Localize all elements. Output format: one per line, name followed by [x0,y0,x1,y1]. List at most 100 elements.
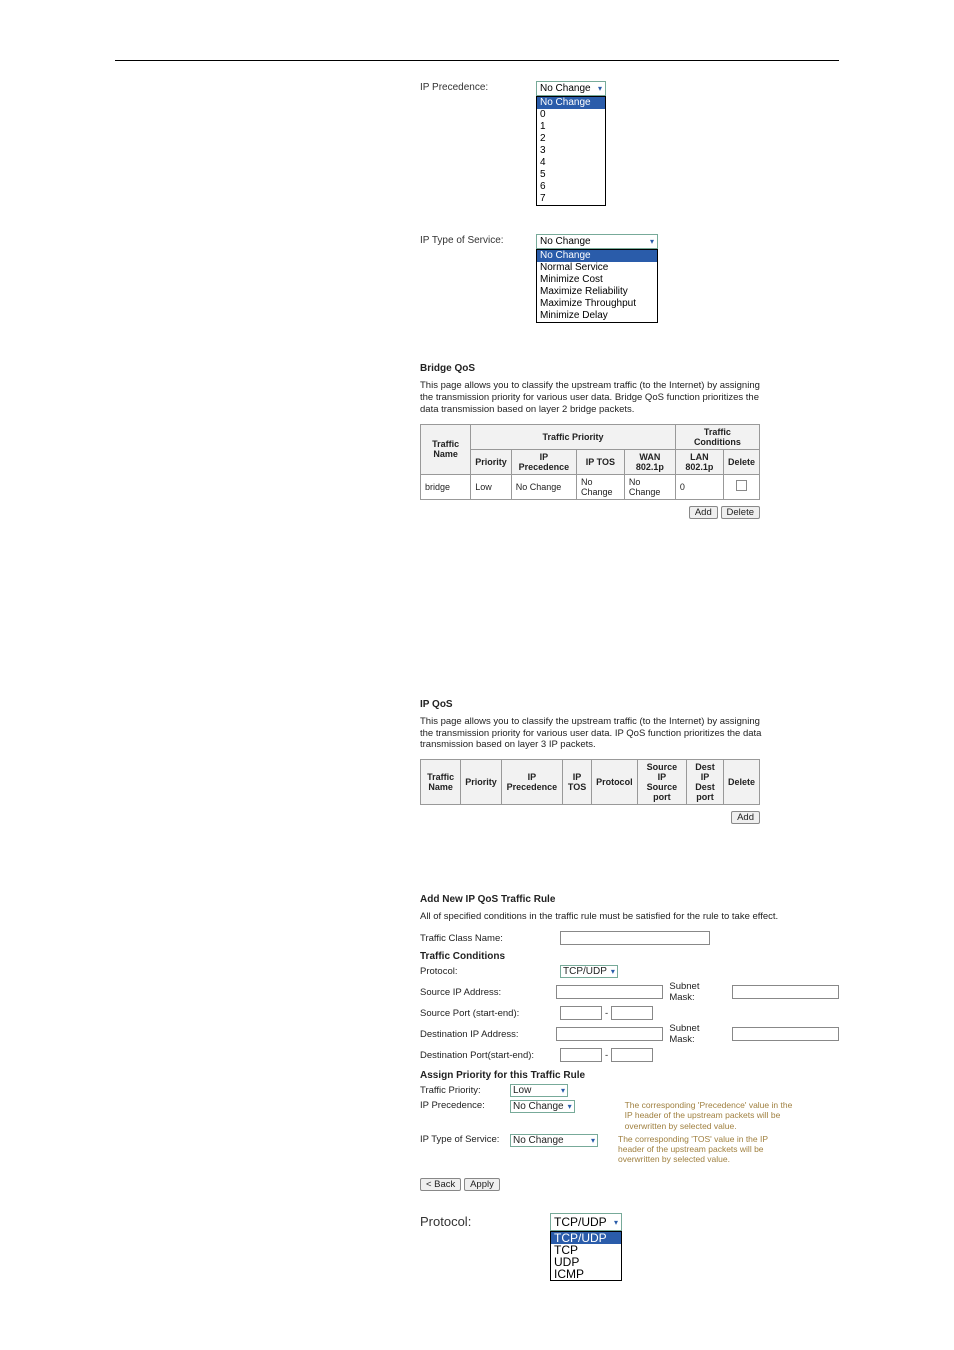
protocol-figure-options[interactable]: TCP/UDP TCP UDP ICMP [550,1231,622,1281]
bridge-qos-panel: Bridge QoS This page allows you to class… [115,363,839,519]
chevron-down-icon: ▾ [614,1218,618,1227]
apply-button[interactable]: Apply [464,1178,500,1191]
option-5[interactable]: 5 [537,169,605,181]
add-rule-panel: Add New IP QoS Traffic Rule All of speci… [115,894,839,1191]
protocol-label: Protocol: [420,966,560,977]
traffic-class-label: Traffic Class Name: [420,933,560,944]
option-minimize-delay[interactable]: Minimize Delay [537,310,657,322]
ip-tos-figure: IP Type of Service: No Change ▾ No Chang… [420,234,839,323]
assign-priority-heading: Assign Priority for this Traffic Rule [420,1070,839,1081]
option-2[interactable]: 2 [537,133,605,145]
option-no-change[interactable]: No Change [537,97,605,109]
dst-port-label: Destination Port(start-end): [420,1050,560,1061]
bridge-qos-table: Traffic Name Traffic Priority Traffic Co… [420,424,760,500]
add-button[interactable]: Add [689,506,718,519]
option-maximize-reliability[interactable]: Maximize Reliability [537,286,657,298]
th-protocol: Protocol [592,760,638,805]
ip-tos-select-2[interactable]: No Change▾ [510,1134,598,1147]
option-0[interactable]: 0 [537,109,605,121]
add-rule-desc: All of specified conditions in the traff… [420,911,839,923]
cell-name: bridge [421,474,471,499]
option-no-change[interactable]: No Change [537,250,657,262]
add-button[interactable]: Add [731,811,760,824]
dst-subnet-input[interactable] [732,1027,839,1041]
ip-qos-table: Traffic Name Priority IP Precedence IP T… [420,759,760,805]
th-traffic-name: Traffic Name [421,760,461,805]
precedence-hint: The corresponding 'Precedence' value in … [625,1100,800,1131]
option-4[interactable]: 4 [537,157,605,169]
bridge-qos-title: Bridge QoS [420,363,839,374]
ip-tos-label: IP Type of Service: [420,234,536,246]
th-source: Source IP Source port [637,760,687,805]
src-port-start-input[interactable] [560,1006,602,1020]
protocol-figure-select[interactable]: TCP/UDP ▾ [550,1213,622,1231]
th-group-conditions: Traffic Conditions [675,424,759,449]
th-traffic-name: Traffic Name [421,424,471,474]
traffic-class-input[interactable] [560,931,710,945]
ip-qos-title: IP QoS [420,699,839,710]
src-subnet-input[interactable] [732,985,839,999]
dst-ip-input[interactable] [556,1027,663,1041]
th-delete: Delete [723,449,759,474]
th-ip-precedence: IP Precedence [501,760,562,805]
cell-delete [723,474,759,499]
th-wan-8021p: WAN 802.1p [624,449,675,474]
cell-lan: 0 [675,474,723,499]
chevron-down-icon: ▾ [568,1102,572,1111]
ip-tos-options[interactable]: No Change Normal Service Minimize Cost M… [536,249,658,323]
src-port-label: Source Port (start-end): [420,1008,560,1019]
dst-port-end-input[interactable] [611,1048,653,1062]
option-icmp[interactable]: ICMP [551,1268,621,1280]
ip-qos-desc: This page allows you to classify the ups… [420,716,775,752]
protocol-figure-label: Protocol: [420,1213,550,1229]
table-row: bridge Low No Change No Change No Change… [421,474,760,499]
ip-precedence-select[interactable]: No Change ▾ [536,81,606,96]
back-button[interactable]: < Back [420,1178,461,1191]
cell-prec: No Change [511,474,576,499]
protocol-figure: Protocol: TCP/UDP ▾ TCP/UDP TCP UDP ICMP [420,1213,839,1281]
cell-wan: No Change [624,474,675,499]
bridge-qos-desc: This page allows you to classify the ups… [420,380,760,416]
th-ip-tos: IP TOS [563,760,592,805]
th-delete: Delete [723,760,759,805]
src-ip-input[interactable] [556,985,663,999]
ip-tos-select[interactable]: No Change ▾ [536,234,658,249]
dash-2: - [605,1050,608,1061]
ip-precedence-selected: No Change [540,83,591,94]
option-6[interactable]: 6 [537,181,605,193]
tos-hint: The corresponding 'TOS' value in the IP … [618,1134,793,1165]
protocol-figure-selected: TCP/UDP [554,1215,607,1229]
src-port-end-input[interactable] [611,1006,653,1020]
option-minimize-cost[interactable]: Minimize Cost [537,274,657,286]
delete-button[interactable]: Delete [721,506,760,519]
option-3[interactable]: 3 [537,145,605,157]
ip-precedence-figure: IP Precedence: No Change ▾ No Change 0 1… [420,81,839,206]
ip-tos-selected: No Change [540,236,591,247]
th-lan-8021p: LAN 802.1p [675,449,723,474]
subnet-label-2: Subnet Mask: [669,1023,726,1045]
th-ip-tos: IP TOS [576,449,624,474]
th-priority: Priority [461,760,502,805]
cell-priority: Low [471,474,512,499]
delete-checkbox[interactable] [736,480,747,491]
ip-qos-panel: IP QoS This page allows you to classify … [115,699,839,825]
th-ip-precedence: IP Precedence [511,449,576,474]
option-normal-service[interactable]: Normal Service [537,262,657,274]
dst-ip-label: Destination IP Address: [420,1029,556,1040]
dash: - [605,1008,608,1019]
ip-precedence-select-2[interactable]: No Change▾ [510,1100,575,1113]
traffic-priority-select[interactable]: Low▾ [510,1084,568,1097]
option-7[interactable]: 7 [537,193,605,205]
dst-port-start-input[interactable] [560,1048,602,1062]
option-maximize-throughput[interactable]: Maximize Throughput [537,298,657,310]
th-priority: Priority [471,449,512,474]
chevron-down-icon: ▾ [650,237,654,246]
ip-precedence-label-2: IP Precedence: [420,1100,510,1111]
ip-precedence-options[interactable]: No Change 0 1 2 3 4 5 6 7 [536,96,606,206]
ip-tos-label-2: IP Type of Service: [420,1134,510,1145]
chevron-down-icon: ▾ [591,1136,595,1145]
chevron-down-icon: ▾ [611,967,615,976]
option-1[interactable]: 1 [537,121,605,133]
cell-tos: No Change [576,474,624,499]
protocol-select[interactable]: TCP/UDP▾ [560,965,618,978]
